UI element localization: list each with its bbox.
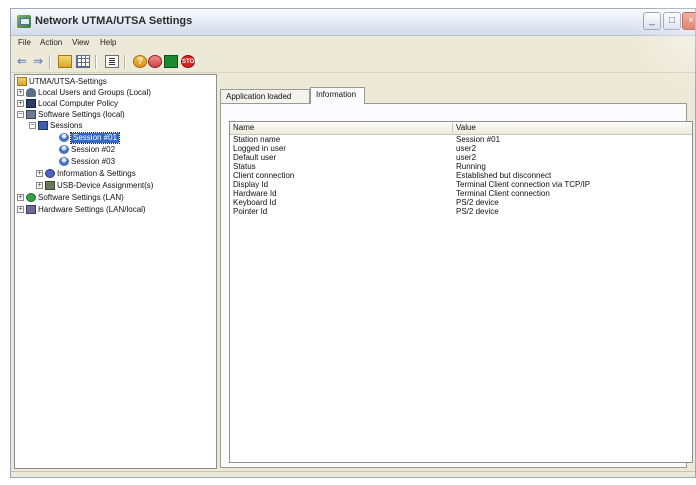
stop-icon[interactable]: STOP <box>181 55 198 68</box>
help-icon[interactable]: ? <box>133 55 147 68</box>
session-icon <box>59 157 69 166</box>
collapse-icon[interactable]: − <box>17 111 24 118</box>
cell-value: PS/2 device <box>456 207 499 216</box>
column-header-value[interactable]: Value <box>456 123 476 133</box>
policy-icon <box>26 99 36 108</box>
table-row[interactable]: Display Id Terminal Client connection vi… <box>230 180 692 189</box>
menu-action[interactable]: Action <box>40 38 62 47</box>
expand-icon[interactable]: + <box>17 194 24 201</box>
tree-item-label: UTMA/UTSA-Settings <box>29 77 107 86</box>
tree-item-label: Information & Settings <box>57 169 136 178</box>
toolbar: ⇐ ⇒ ? STOP <box>11 52 695 73</box>
forward-arrow-icon[interactable]: ⇒ <box>31 55 45 68</box>
cell-value: Running <box>456 162 486 171</box>
status-bar <box>11 471 695 477</box>
cell-name: Keyboard Id <box>233 198 277 207</box>
cell-name: Logged in user <box>233 144 286 153</box>
cell-name: Default user <box>233 153 277 162</box>
menu-file[interactable]: File <box>18 38 31 47</box>
tree-item-label: USB-Device Assignment(s) <box>57 181 154 190</box>
software-lan-icon <box>26 193 36 202</box>
maximize-button[interactable]: □ <box>663 12 681 30</box>
menu-bar: File Action View Help <box>11 36 695 51</box>
cell-name: Hardware Id <box>233 189 277 198</box>
menu-view[interactable]: View <box>72 38 89 47</box>
cell-value: user2 <box>456 153 477 162</box>
app-window: Network UTMA/UTSA Settings _ □ × File Ac… <box>10 8 696 478</box>
table-row[interactable]: Default user user2 <box>230 153 692 162</box>
table-row[interactable]: Pointer Id PS/2 device <box>230 207 692 216</box>
usb-icon <box>45 181 55 190</box>
table-row[interactable]: Client connection Established but discon… <box>230 171 692 180</box>
minimize-button[interactable]: _ <box>643 12 661 30</box>
cell-value: Terminal Client connection via TCP/IP <box>456 180 591 189</box>
session-icon <box>59 145 69 154</box>
cell-value: Established but disconnect <box>456 171 552 180</box>
hardware-icon <box>26 205 36 214</box>
tree-pane[interactable]: UTMA/UTSA-Settings + Local Users and Gro… <box>14 74 217 469</box>
table-row[interactable]: Station name Session #01 <box>230 135 692 144</box>
expand-icon[interactable]: + <box>17 206 24 213</box>
expand-icon[interactable]: + <box>36 182 43 189</box>
information-list[interactable]: Name Value Station name Session #01 Logg… <box>229 121 693 463</box>
column-divider[interactable] <box>452 123 453 133</box>
folder-up-icon[interactable] <box>58 55 72 68</box>
title-bar[interactable]: Network UTMA/UTSA Settings _ □ × <box>11 9 695 36</box>
tree-item-label: Session #01 <box>69 132 121 144</box>
menu-help[interactable]: Help <box>100 38 116 47</box>
table-row[interactable]: Status Running <box>230 162 692 171</box>
column-header-name[interactable]: Name <box>233 123 254 133</box>
cell-value: Session #01 <box>456 135 501 144</box>
properties-icon[interactable] <box>105 55 119 68</box>
list-header: Name Value <box>230 122 692 135</box>
network-icon[interactable] <box>148 55 162 68</box>
tree-item-label: Software Settings (LAN) <box>38 193 124 202</box>
grid-view-icon[interactable] <box>76 55 90 68</box>
app-icon <box>17 15 31 28</box>
tree-item-label: Software Settings (local) <box>38 110 125 119</box>
root-folder-icon <box>17 77 27 86</box>
cell-value: PS/2 device <box>456 198 499 207</box>
close-button[interactable]: × <box>682 12 695 30</box>
tree-item-label: Session #02 <box>71 145 116 154</box>
session-icon <box>59 133 69 142</box>
users-icon <box>26 88 36 97</box>
back-arrow-icon[interactable]: ⇐ <box>15 55 29 68</box>
toolbar-separator <box>124 55 126 69</box>
tree-item-label: Sessions <box>50 121 83 130</box>
table-row[interactable]: Keyboard Id PS/2 device <box>230 198 692 207</box>
expand-icon[interactable]: + <box>36 170 43 177</box>
expand-icon[interactable]: + <box>17 100 24 107</box>
cell-name: Status <box>233 162 256 171</box>
tab-information[interactable]: Information <box>310 87 365 104</box>
table-row[interactable]: Hardware Id Terminal Client connection <box>230 189 692 198</box>
tab-application-loaded[interactable]: Application loaded <box>220 89 310 103</box>
info-icon <box>45 169 55 178</box>
expand-icon[interactable]: + <box>17 89 24 96</box>
table-row[interactable]: Logged in user user2 <box>230 144 692 153</box>
cell-name: Pointer Id <box>233 207 268 216</box>
toolbar-separator <box>49 55 51 69</box>
cell-name: Client connection <box>233 171 295 180</box>
cell-value: user2 <box>456 144 477 153</box>
tree-item-label: Local Computer Policy <box>38 99 119 108</box>
sessions-icon <box>38 121 48 130</box>
collapse-icon[interactable]: − <box>29 122 36 129</box>
tree-item-label: Hardware Settings (LAN/local) <box>38 205 146 214</box>
window-title: Network UTMA/UTSA Settings <box>35 15 193 27</box>
cell-name: Display Id <box>233 180 269 189</box>
green-icon[interactable] <box>164 55 178 68</box>
software-icon <box>26 110 36 119</box>
toolbar-separator <box>95 55 97 69</box>
tree-item-label: Session #03 <box>71 157 116 166</box>
cell-name: Station name <box>233 135 281 144</box>
cell-value: Terminal Client connection <box>456 189 550 198</box>
tree-item-label: Local Users and Groups (Local) <box>38 88 151 97</box>
